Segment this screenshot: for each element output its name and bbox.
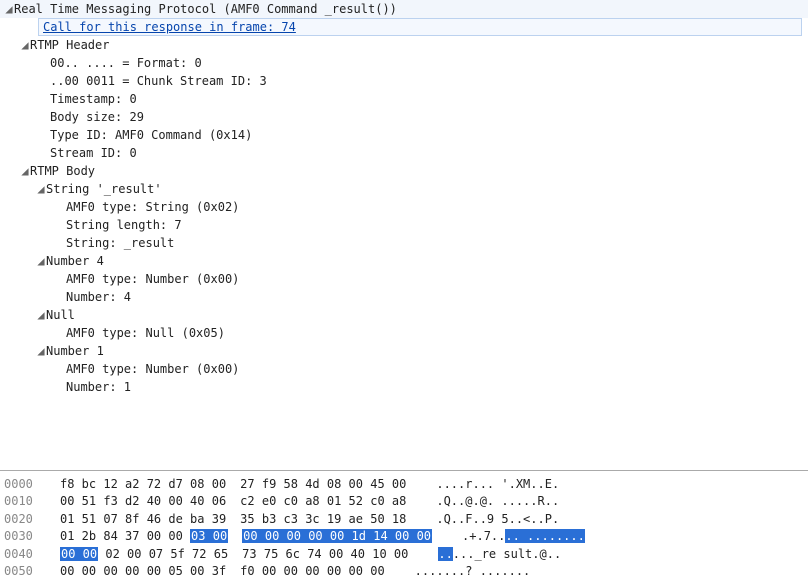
body-item-label: Number 1 <box>46 344 104 358</box>
field-text: Number: 1 <box>66 380 131 394</box>
hex-bytes: 01 51 07 8f 46 de ba 3935 b3 c3 3c 19 ae… <box>48 512 406 526</box>
rtmp-body-field[interactable]: AMF0 type: Number (0x00) <box>0 270 808 288</box>
hex-row[interactable]: 0000f8 bc 12 a2 72 d7 08 0027 f9 58 4d 0… <box>0 475 808 493</box>
rtmp-header-row[interactable]: ◢ RTMP Header <box>0 36 808 54</box>
hex-bytes: f8 bc 12 a2 72 d7 08 0027 f9 58 4d 08 00… <box>48 477 406 491</box>
rtmp-root-row[interactable]: ◢ Real Time Messaging Protocol (AMF0 Com… <box>0 0 808 18</box>
field-text: String: _result <box>66 236 174 250</box>
hex-ascii: ....r... '.XM..E. <box>406 477 559 491</box>
field-text: AMF0 type: Null (0x05) <box>66 326 225 340</box>
hex-dump-pane[interactable]: 0000f8 bc 12 a2 72 d7 08 0027 f9 58 4d 0… <box>0 471 808 580</box>
hex-offset: 0050 <box>0 564 48 578</box>
triangle-open-icon: ◢ <box>20 164 30 178</box>
body-item-label: Number 4 <box>46 254 104 268</box>
hex-ascii: .Q..F..9 5..<..P. <box>406 512 559 526</box>
call-frame-link-row[interactable]: Call for this response in frame: 74 <box>38 18 802 36</box>
rtmp-body-field[interactable]: Number: 1 <box>0 378 808 396</box>
body-item-label: String '_result' <box>46 182 162 196</box>
rtmp-body-field[interactable]: AMF0 type: String (0x02) <box>0 198 808 216</box>
triangle-open-icon: ◢ <box>36 308 46 322</box>
rtmp-body-field[interactable]: AMF0 type: Number (0x00) <box>0 360 808 378</box>
rtmp-body-item[interactable]: ◢Null <box>0 306 808 324</box>
field-text: ..00 0011 = Chunk Stream ID: 3 <box>50 74 267 88</box>
packet-details-tree[interactable]: ◢ Real Time Messaging Protocol (AMF0 Com… <box>0 0 808 471</box>
triangle-open-icon: ◢ <box>36 254 46 268</box>
hex-ascii: .......? ....... <box>385 564 531 578</box>
field-text: Timestamp: 0 <box>50 92 137 106</box>
hex-bytes: 00 51 f3 d2 40 00 40 06c2 e0 c0 a8 01 52… <box>48 494 406 508</box>
hex-ascii: .+.7.... ........ <box>432 529 585 543</box>
hex-row[interactable]: 003001 2b 84 37 00 00 03 0000 00 00 00 0… <box>0 528 808 546</box>
field-text: String length: 7 <box>66 218 182 232</box>
hex-row[interactable]: 001000 51 f3 d2 40 00 40 06c2 e0 c0 a8 0… <box>0 493 808 511</box>
hex-bytes: 01 2b 84 37 00 00 03 0000 00 00 00 00 1d… <box>48 529 432 543</box>
hex-offset: 0030 <box>0 529 48 543</box>
field-text: Body size: 29 <box>50 110 144 124</box>
rtmp-body-row[interactable]: ◢ RTMP Body <box>0 162 808 180</box>
field-text: Number: 4 <box>66 290 131 304</box>
field-text: AMF0 type: Number (0x00) <box>66 362 239 376</box>
field-text: AMF0 type: Number (0x00) <box>66 272 239 286</box>
rtmp-body-field[interactable]: String: _result <box>0 234 808 252</box>
rtmp-header-field[interactable]: Stream ID: 0 <box>0 144 808 162</box>
rtmp-header-field[interactable]: ..00 0011 = Chunk Stream ID: 3 <box>0 72 808 90</box>
rtmp-body-item[interactable]: ◢Number 1 <box>0 342 808 360</box>
hex-offset: 0020 <box>0 512 48 526</box>
triangle-open-icon: ◢ <box>36 182 46 196</box>
rtmp-body-label: RTMP Body <box>30 164 95 178</box>
hex-row[interactable]: 002001 51 07 8f 46 de ba 3935 b3 c3 3c 1… <box>0 510 808 528</box>
triangle-open-icon: ◢ <box>36 344 46 358</box>
rtmp-root-label: Real Time Messaging Protocol (AMF0 Comma… <box>14 2 397 16</box>
triangle-open-icon: ◢ <box>4 2 14 16</box>
rtmp-header-field[interactable]: Body size: 29 <box>0 108 808 126</box>
body-item-label: Null <box>46 308 75 322</box>
rtmp-header-label: RTMP Header <box>30 38 109 52</box>
triangle-open-icon: ◢ <box>20 38 30 52</box>
hex-offset: 0010 <box>0 494 48 508</box>
hex-ascii: .Q..@.@. .....R.. <box>406 494 559 508</box>
hex-bytes: 00 00 00 00 00 05 00 3ff0 00 00 00 00 00… <box>48 564 385 578</box>
field-text: 00.. .... = Format: 0 <box>50 56 202 70</box>
rtmp-body-field[interactable]: AMF0 type: Null (0x05) <box>0 324 808 342</box>
rtmp-body-item[interactable]: ◢String '_result' <box>0 180 808 198</box>
call-frame-link[interactable]: Call for this response in frame: 74 <box>43 20 296 34</box>
rtmp-header-field[interactable]: 00.. .... = Format: 0 <box>0 54 808 72</box>
hex-ascii: ....._re sult.@.. <box>408 547 561 561</box>
rtmp-body-item[interactable]: ◢Number 4 <box>0 252 808 270</box>
rtmp-body-field[interactable]: String length: 7 <box>0 216 808 234</box>
hex-bytes: 00 00 02 00 07 5f 72 6573 75 6c 74 00 40… <box>48 547 408 561</box>
rtmp-header-field[interactable]: Type ID: AMF0 Command (0x14) <box>0 126 808 144</box>
field-text: Type ID: AMF0 Command (0x14) <box>50 128 252 142</box>
hex-offset: 0000 <box>0 477 48 491</box>
field-text: AMF0 type: String (0x02) <box>66 200 239 214</box>
rtmp-body-field[interactable]: Number: 4 <box>0 288 808 306</box>
hex-row[interactable]: 004000 00 02 00 07 5f 72 6573 75 6c 74 0… <box>0 545 808 563</box>
rtmp-header-field[interactable]: Timestamp: 0 <box>0 90 808 108</box>
hex-row[interactable]: 005000 00 00 00 00 05 00 3ff0 00 00 00 0… <box>0 563 808 581</box>
hex-offset: 0040 <box>0 547 48 561</box>
field-text: Stream ID: 0 <box>50 146 137 160</box>
